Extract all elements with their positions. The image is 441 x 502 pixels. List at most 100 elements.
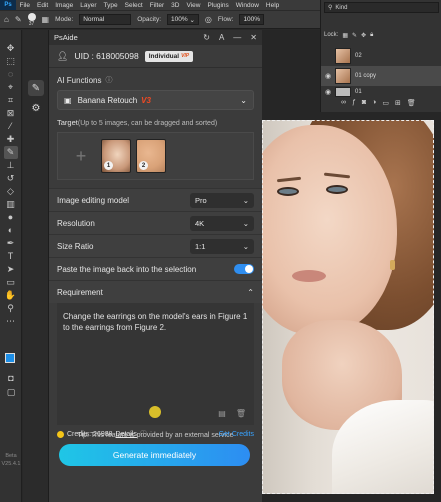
more-tools-icon[interactable]: ⋯ xyxy=(4,315,18,328)
lock-position-icon[interactable]: ✥ xyxy=(361,32,366,39)
resolution-select[interactable]: 4K ⌄ xyxy=(190,215,254,231)
target-thumbnail[interactable]: 2 xyxy=(136,139,166,173)
psaide-brush-icon[interactable]: ✎ xyxy=(28,80,44,96)
menu-layer[interactable]: Layer xyxy=(77,2,100,9)
close-icon[interactable]: ✕ xyxy=(250,33,257,42)
pen-tool-icon[interactable]: ✒ xyxy=(4,237,18,250)
screen-mode-icon[interactable]: ▢ xyxy=(4,386,18,399)
lock-label: Lock: xyxy=(324,32,339,38)
clone-stamp-tool-icon[interactable]: ⊥ xyxy=(4,159,18,172)
layer-name: 01 copy xyxy=(355,73,377,79)
brush-tool-icon[interactable]: ✎ xyxy=(15,15,22,24)
home-icon[interactable]: ⌂ xyxy=(4,15,9,24)
healing-brush-tool-icon[interactable]: ✚ xyxy=(4,133,18,146)
menu-edit[interactable]: Edit xyxy=(33,2,51,9)
opacity-field[interactable]: 100% ⌄ xyxy=(167,14,199,25)
details-link[interactable]: Details xyxy=(116,431,137,438)
path-select-tool-icon[interactable]: ➤ xyxy=(4,263,18,276)
menu-view[interactable]: View xyxy=(183,2,204,9)
rectangle-tool-icon[interactable]: ▭ xyxy=(4,276,18,289)
visibility-eye-icon[interactable]: ◉ xyxy=(321,72,335,80)
requirement-label: Requirement xyxy=(57,287,103,297)
layer-row[interactable]: 02 xyxy=(321,46,441,66)
dodge-tool-icon[interactable]: ◐ xyxy=(4,224,18,237)
layer-name: 02 xyxy=(355,53,362,59)
lock-pixels-icon[interactable]: ▦ xyxy=(342,32,348,39)
info-icon[interactable]: ⓘ xyxy=(105,75,112,85)
panel-title: PsAide xyxy=(54,33,78,42)
menu-select[interactable]: Select xyxy=(121,2,146,9)
refresh-icon[interactable]: ↻ xyxy=(203,33,210,42)
hand-tool-icon[interactable]: ✋ xyxy=(4,289,18,302)
menu-plugins[interactable]: Plugins xyxy=(204,2,232,9)
layer-style-icon[interactable]: ƒ xyxy=(352,99,356,107)
history-brush-tool-icon[interactable]: ↺ xyxy=(4,172,18,185)
eraser-tool-icon[interactable]: ◇ xyxy=(4,185,18,198)
get-credits-link[interactable]: Get Credits xyxy=(219,431,254,438)
new-group-icon[interactable]: ▭ xyxy=(382,99,389,107)
brush-tool-icon-active[interactable]: ✎ xyxy=(3,146,18,159)
psaide-panel: PsAide ↻ A — ✕ 👤︎ UID : 618005098 Indivi… xyxy=(49,30,262,502)
lock-all-icon[interactable]: 🔒︎ xyxy=(370,32,373,39)
generate-button[interactable]: Generate immediately xyxy=(59,444,250,466)
history-icon[interactable]: ▤ xyxy=(218,408,226,419)
menu-type[interactable]: Type xyxy=(100,2,121,9)
minimize-icon[interactable]: — xyxy=(233,33,241,42)
menu-help[interactable]: Help xyxy=(262,2,282,9)
lasso-tool-icon[interactable]: ◌ xyxy=(4,68,18,81)
target-hint: (Up to 5 images, can be dragged and sort… xyxy=(77,120,218,127)
brush-settings-icon[interactable]: ▦ xyxy=(42,15,50,24)
size-ratio-select[interactable]: 1:1 ⌄ xyxy=(190,238,254,254)
add-image-icon[interactable]: + xyxy=(66,146,96,167)
plan-badge[interactable]: Individual VIP xyxy=(144,50,194,62)
flow-field[interactable]: 100% xyxy=(239,14,265,25)
translate-icon[interactable]: A xyxy=(219,33,224,42)
mode-select[interactable]: Normal xyxy=(79,14,132,25)
model-select[interactable]: Pro ⌄ xyxy=(190,192,254,208)
menu-window[interactable]: Window xyxy=(232,2,262,9)
layer-row[interactable]: ◉ 01 xyxy=(321,86,441,98)
lock-paint-icon[interactable]: ✎ xyxy=(352,32,357,39)
quick-select-tool-icon[interactable]: ⌖ xyxy=(4,81,18,94)
layer-row[interactable]: ◉ 01 copy xyxy=(321,66,441,86)
ai-function-select[interactable]: ▣ Banana Retouch V3 ⌄ xyxy=(57,90,254,110)
layer-thumbnail xyxy=(335,68,351,84)
frame-tool-icon[interactable]: ⊠ xyxy=(4,107,18,120)
foreground-color-swatch[interactable] xyxy=(5,353,15,363)
adjustment-layer-icon[interactable]: ◑ xyxy=(372,99,376,107)
flow-value: 100% xyxy=(243,16,261,23)
link-layers-icon[interactable]: ∞ xyxy=(341,99,346,107)
menu-filter[interactable]: Filter xyxy=(146,2,167,9)
paste-back-toggle[interactable] xyxy=(234,264,254,274)
blur-tool-icon[interactable]: ● xyxy=(4,211,18,224)
delete-layer-icon[interactable]: 🗑︎ xyxy=(407,99,416,107)
move-tool-icon[interactable]: ✥ xyxy=(4,42,18,55)
target-images-box[interactable]: + 1 2 xyxy=(57,132,254,180)
menu-file[interactable]: File xyxy=(16,2,33,9)
thumbnail-number: 2 xyxy=(139,161,148,170)
document-image[interactable] xyxy=(262,120,434,494)
trash-icon[interactable]: 🗑︎ xyxy=(236,408,246,419)
add-mask-icon[interactable]: ◙ xyxy=(362,99,366,107)
new-layer-icon[interactable]: ⊞ xyxy=(395,99,401,107)
menu-image[interactable]: Image xyxy=(52,2,77,9)
user-icon[interactable]: 👤︎ xyxy=(57,51,68,62)
brush-preset-picker[interactable]: 37 xyxy=(27,12,36,27)
crop-tool-icon[interactable]: ⌗ xyxy=(4,94,18,107)
gradient-tool-icon[interactable]: ▥ xyxy=(4,198,18,211)
model-value: Pro xyxy=(195,195,207,205)
quick-mask-icon[interactable]: ◘ xyxy=(4,372,18,385)
zoom-tool-icon[interactable]: ⚲ xyxy=(4,302,18,315)
menu-3d[interactable]: 3D xyxy=(168,2,183,9)
info-icon[interactable]: ⓘ xyxy=(140,429,147,439)
type-tool-icon[interactable]: T xyxy=(4,250,18,263)
psaide-settings-icon[interactable]: ⚙ xyxy=(28,100,44,116)
requirement-header[interactable]: Requirement ⌃ xyxy=(49,280,262,303)
target-thumbnail[interactable]: 1 xyxy=(101,139,131,173)
chevron-up-icon[interactable]: ⌃ xyxy=(247,288,254,297)
marquee-tool-icon[interactable]: ⬚ xyxy=(4,55,18,68)
layer-filter[interactable]: ⚲ Kind xyxy=(324,2,439,13)
visibility-eye-icon[interactable]: ◉ xyxy=(321,88,335,96)
pressure-opacity-icon[interactable]: ◎ xyxy=(205,15,212,24)
eyedropper-tool-icon[interactable]: ⁄ xyxy=(4,120,18,133)
